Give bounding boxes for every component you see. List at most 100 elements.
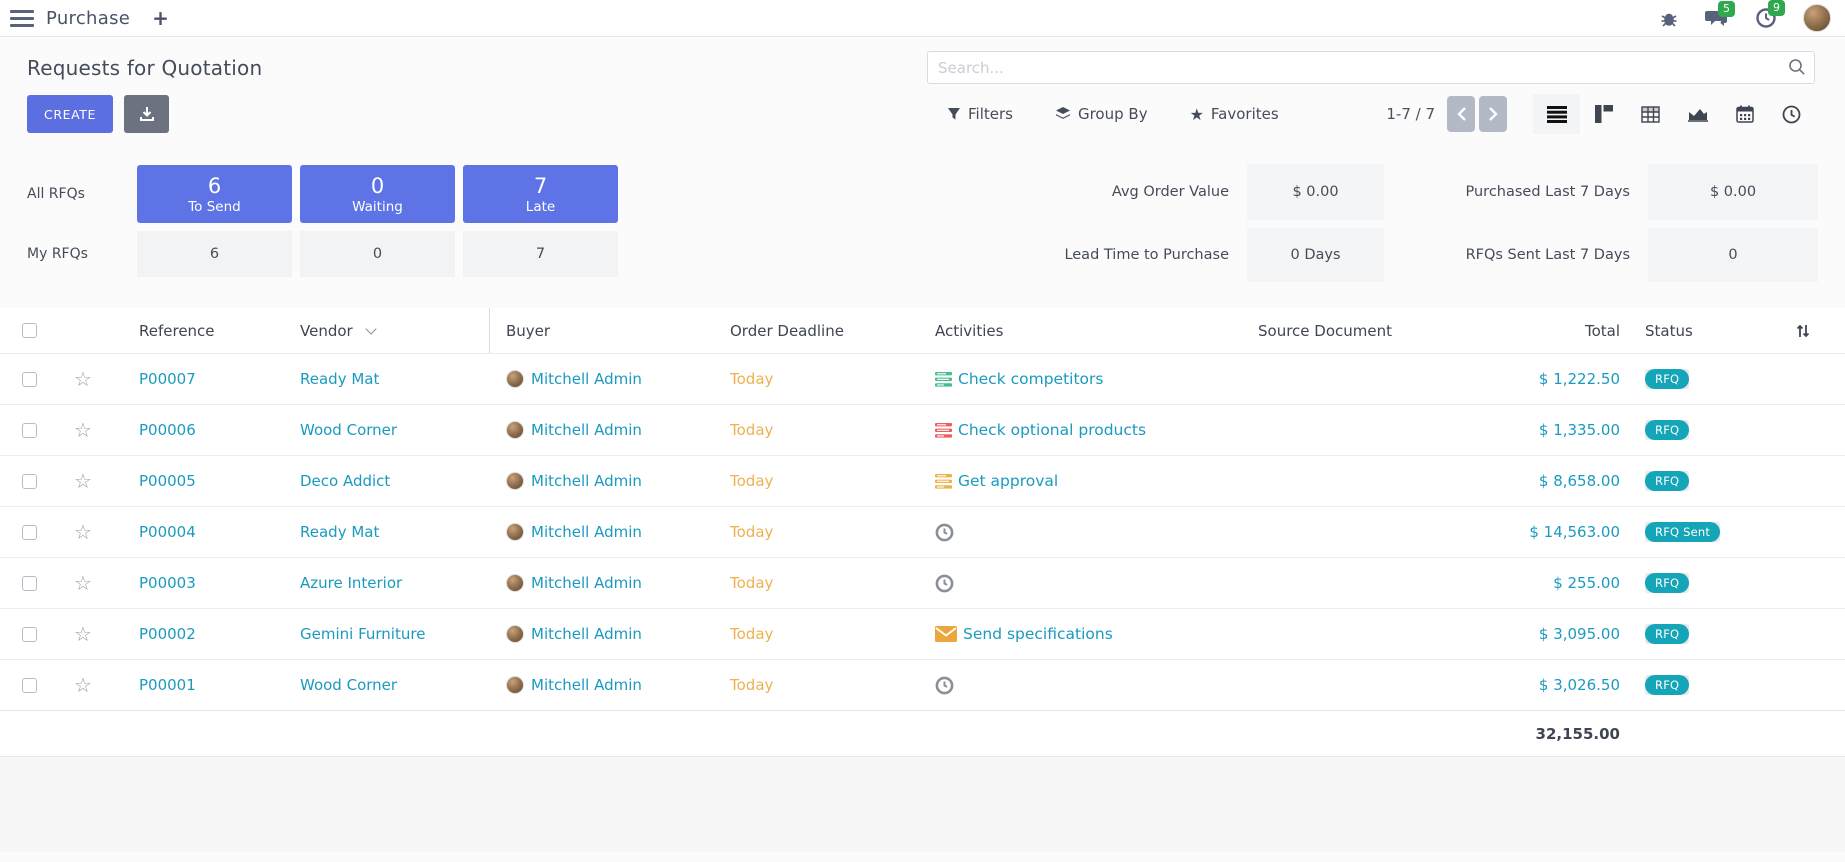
kpi-my-waiting[interactable]: 0 bbox=[300, 231, 455, 277]
buyer-link[interactable]: Mitchell Admin bbox=[531, 523, 642, 541]
favorite-star-icon[interactable]: ☆ bbox=[74, 624, 92, 644]
reference-link[interactable]: P00001 bbox=[139, 676, 196, 694]
pivot-view-icon[interactable] bbox=[1627, 94, 1674, 134]
row-checkbox[interactable] bbox=[22, 372, 37, 387]
reference-link[interactable]: P00006 bbox=[139, 421, 196, 439]
activity-label[interactable]: Check optional products bbox=[958, 421, 1146, 439]
all-rfqs-label: All RFQs bbox=[27, 186, 129, 202]
status-badge: RFQ bbox=[1645, 624, 1689, 644]
kpi-my-late[interactable]: 7 bbox=[463, 231, 618, 277]
table-row[interactable]: ☆ P00005 Deco Addict Mitchell Admin Toda… bbox=[0, 455, 1845, 506]
kpi-waiting[interactable]: 0 Waiting bbox=[300, 165, 455, 223]
header-source-document[interactable]: Source Document bbox=[1180, 308, 1470, 353]
buyer-link[interactable]: Mitchell Admin bbox=[531, 421, 642, 439]
list-view-icon[interactable] bbox=[1533, 94, 1580, 134]
graph-view-icon[interactable] bbox=[1674, 94, 1721, 134]
chevron-right-icon bbox=[1489, 107, 1498, 121]
messages-icon[interactable]: 5 bbox=[1705, 8, 1729, 28]
favorite-star-icon[interactable]: ☆ bbox=[74, 471, 92, 491]
reference-link[interactable]: P00007 bbox=[139, 370, 196, 388]
clock-icon[interactable] bbox=[935, 574, 954, 593]
group-by-label: Group By bbox=[1078, 105, 1148, 123]
row-checkbox[interactable] bbox=[22, 525, 37, 540]
search-icon[interactable] bbox=[1788, 58, 1806, 76]
rfqs-sent-last-7-days: 0 bbox=[1648, 228, 1818, 282]
header-activities[interactable]: Activities bbox=[919, 308, 1180, 353]
vendor-link[interactable]: Wood Corner bbox=[300, 676, 397, 694]
order-deadline: Today bbox=[714, 456, 919, 506]
reference-link[interactable]: P00002 bbox=[139, 625, 196, 643]
activity-label[interactable]: Check competitors bbox=[958, 370, 1103, 388]
table-row[interactable]: ☆ P00006 Wood Corner Mitchell Admin Toda… bbox=[0, 404, 1845, 455]
apps-menu-icon[interactable] bbox=[10, 10, 34, 27]
header-order-deadline[interactable]: Order Deadline bbox=[714, 308, 919, 353]
kpi-to-send[interactable]: 6 To Send bbox=[137, 165, 292, 223]
messages-badge: 5 bbox=[1718, 1, 1735, 17]
row-checkbox[interactable] bbox=[22, 678, 37, 693]
optional-columns-icon[interactable] bbox=[1760, 308, 1845, 353]
activity-label[interactable]: Get approval bbox=[958, 472, 1058, 490]
row-checkbox[interactable] bbox=[22, 474, 37, 489]
buyer-link[interactable]: Mitchell Admin bbox=[531, 472, 642, 490]
favorite-star-icon[interactable]: ☆ bbox=[74, 420, 92, 440]
kpi-late[interactable]: 7 Late bbox=[463, 165, 618, 223]
create-button[interactable]: CREATE bbox=[27, 95, 113, 133]
group-by-button[interactable]: Group By bbox=[1055, 105, 1148, 123]
favorites-button[interactable]: ★ Favorites bbox=[1190, 105, 1279, 124]
table-row[interactable]: ☆ P00003 Azure Interior Mitchell Admin T… bbox=[0, 557, 1845, 608]
header-status[interactable]: Status bbox=[1635, 308, 1760, 353]
clock-icon[interactable] bbox=[935, 676, 954, 695]
vendor-link[interactable]: Ready Mat bbox=[300, 523, 379, 541]
buyer-link[interactable]: Mitchell Admin bbox=[531, 676, 642, 694]
activity-view-icon[interactable] bbox=[1768, 94, 1815, 134]
favorite-star-icon[interactable]: ☆ bbox=[74, 522, 92, 542]
search-input[interactable] bbox=[927, 51, 1815, 84]
vendor-link[interactable]: Gemini Furniture bbox=[300, 625, 425, 643]
activity-clock-icon[interactable]: 9 bbox=[1755, 7, 1777, 29]
buyer-link[interactable]: Mitchell Admin bbox=[531, 370, 642, 388]
export-button[interactable] bbox=[124, 95, 169, 133]
kpi-my-to-send[interactable]: 6 bbox=[137, 231, 292, 277]
row-checkbox[interactable] bbox=[22, 627, 37, 642]
vendor-link[interactable]: Deco Addict bbox=[300, 472, 390, 490]
row-checkbox[interactable] bbox=[22, 423, 37, 438]
clock-icon[interactable] bbox=[935, 523, 954, 542]
table-row[interactable]: ☆ P00002 Gemini Furniture Mitchell Admin… bbox=[0, 608, 1845, 659]
bug-icon[interactable] bbox=[1659, 8, 1679, 28]
header-total[interactable]: Total bbox=[1470, 308, 1635, 353]
task-list-icon-red[interactable] bbox=[935, 423, 952, 438]
header-reference[interactable]: Reference bbox=[122, 308, 288, 353]
buyer-link[interactable]: Mitchell Admin bbox=[531, 574, 642, 592]
app-name[interactable]: Purchase bbox=[46, 8, 130, 29]
pager-previous-button[interactable] bbox=[1447, 96, 1475, 132]
new-tab-button[interactable]: + bbox=[152, 6, 169, 30]
reference-link[interactable]: P00004 bbox=[139, 523, 196, 541]
user-avatar[interactable] bbox=[1803, 4, 1831, 32]
envelope-icon[interactable] bbox=[935, 626, 957, 642]
table-row[interactable]: ☆ P00004 Ready Mat Mitchell Admin Today … bbox=[0, 506, 1845, 557]
task-list-icon-yellow[interactable] bbox=[935, 474, 952, 489]
kanban-view-icon[interactable] bbox=[1580, 94, 1627, 134]
calendar-view-icon[interactable] bbox=[1721, 94, 1768, 134]
download-icon bbox=[139, 106, 155, 122]
favorite-star-icon[interactable]: ☆ bbox=[74, 369, 92, 389]
activity-label[interactable]: Send specifications bbox=[963, 625, 1113, 643]
header-vendor[interactable]: Vendor bbox=[288, 308, 490, 353]
vendor-link[interactable]: Ready Mat bbox=[300, 370, 379, 388]
reference-link[interactable]: P00003 bbox=[139, 574, 196, 592]
buyer-link[interactable]: Mitchell Admin bbox=[531, 625, 642, 643]
favorite-star-icon[interactable]: ☆ bbox=[74, 675, 92, 695]
row-checkbox[interactable] bbox=[22, 576, 37, 591]
filters-button[interactable]: Filters bbox=[947, 105, 1013, 123]
task-list-icon-green[interactable] bbox=[935, 372, 952, 387]
favorite-star-icon[interactable]: ☆ bbox=[74, 573, 92, 593]
vendor-link[interactable]: Azure Interior bbox=[300, 574, 402, 592]
pager-next-button[interactable] bbox=[1479, 96, 1507, 132]
table-row[interactable]: ☆ P00007 Ready Mat Mitchell Admin Today … bbox=[0, 353, 1845, 404]
vendor-link[interactable]: Wood Corner bbox=[300, 421, 397, 439]
select-all-checkbox[interactable] bbox=[22, 323, 37, 338]
status-badge: RFQ bbox=[1645, 369, 1689, 389]
header-buyer[interactable]: Buyer bbox=[490, 308, 714, 353]
reference-link[interactable]: P00005 bbox=[139, 472, 196, 490]
table-row[interactable]: ☆ P00001 Wood Corner Mitchell Admin Toda… bbox=[0, 659, 1845, 710]
